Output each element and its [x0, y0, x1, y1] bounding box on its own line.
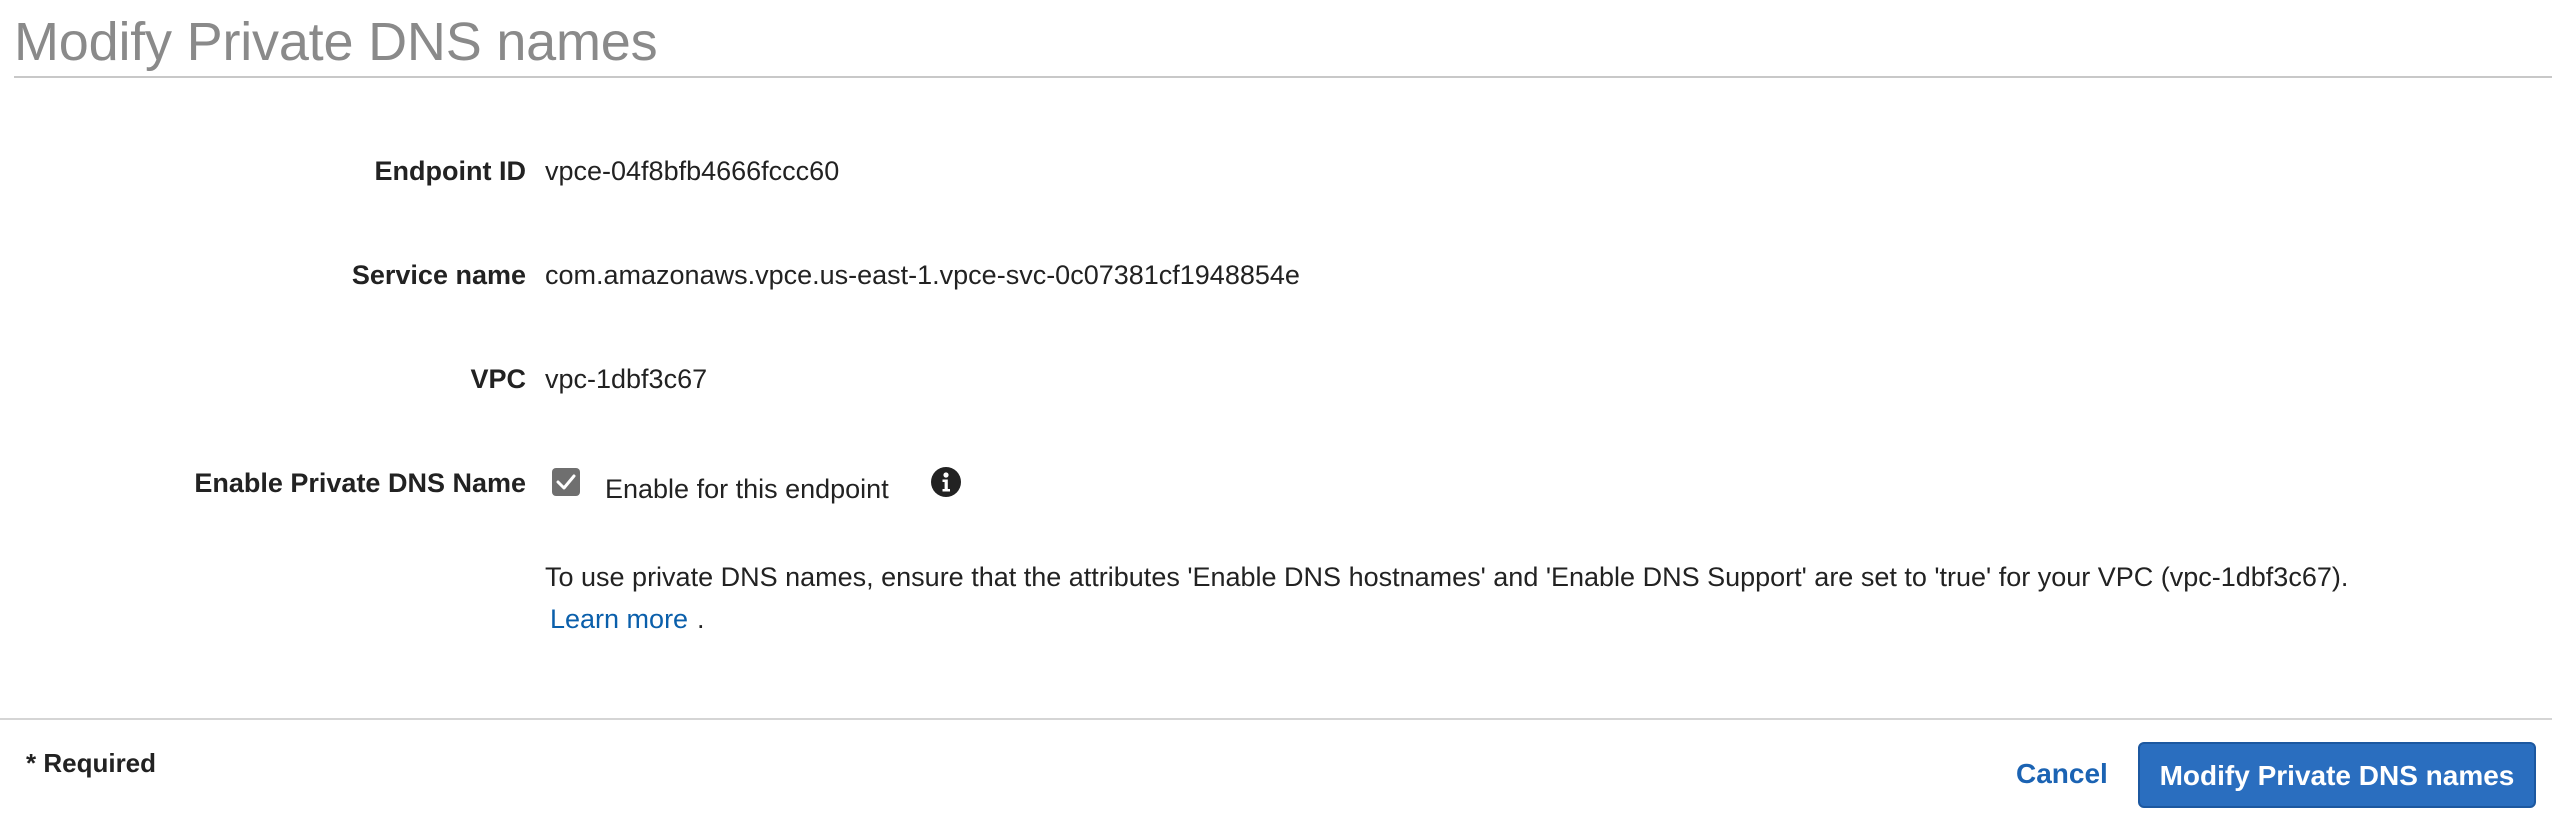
- endpoint-id-value: vpce-04f8bfb4666fccc60: [545, 156, 840, 186]
- vpc-value: vpc-1dbf3c67: [545, 364, 708, 394]
- learn-more-period: .: [697, 604, 705, 634]
- endpoint-id-label: Endpoint ID: [374, 156, 526, 186]
- private-dns-hint: To use private DNS names, ensure that th…: [545, 562, 2349, 592]
- info-circle-icon[interactable]: [930, 466, 962, 498]
- vpc-label: VPC: [470, 364, 526, 394]
- learn-more-link[interactable]: Learn more: [550, 602, 688, 636]
- cancel-button[interactable]: Cancel: [2016, 758, 2108, 790]
- service-name-value: com.amazonaws.vpce.us-east-1.vpce-svc-0c…: [545, 260, 1300, 290]
- checkmark-icon: [556, 474, 576, 490]
- enable-private-dns-checkbox[interactable]: [552, 468, 580, 496]
- required-note: * Required: [26, 748, 157, 778]
- footer-divider: [0, 718, 2552, 720]
- page-header: Modify Private DNS names: [14, 0, 2552, 78]
- modify-private-dns-names-button[interactable]: Modify Private DNS names: [2138, 742, 2536, 808]
- private-dns-label: Enable Private DNS Name: [194, 468, 526, 498]
- service-name-label: Service name: [351, 260, 526, 290]
- enable-private-dns-checkbox-label[interactable]: Enable for this endpoint: [605, 474, 889, 505]
- page-title: Modify Private DNS names: [14, 12, 658, 72]
